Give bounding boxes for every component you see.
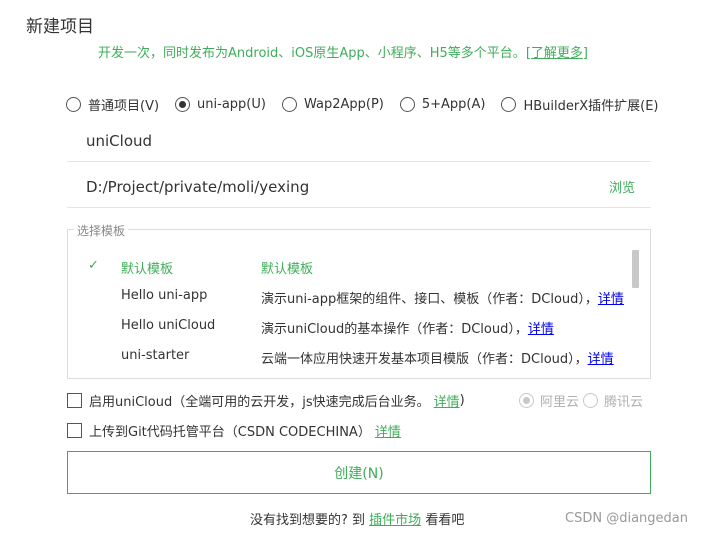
- template-row-hello-unicloud[interactable]: Hello uniCloud 演示uniCloud的基本操作（作者：DCloud…: [68, 312, 628, 342]
- enable-unicloud-suffix: ): [459, 392, 465, 408]
- template-name: uni-starter: [121, 348, 190, 363]
- radio-circle[interactable]: [399, 96, 415, 112]
- provider-label: 腾讯云: [604, 394, 644, 410]
- radio-circle[interactable]: [501, 96, 517, 112]
- create-button[interactable]: 创建(N): [67, 451, 651, 494]
- template-row-uni-starter[interactable]: uni-starter 云端一体应用快速开发基本项目模版（作者：DCloud），…: [68, 342, 628, 372]
- enable-unicloud-checkbox[interactable]: [67, 392, 82, 408]
- upload-git-option: 上传到Git代码托管平台（CSDN CODECHINA） 详情: [67, 421, 401, 440]
- template-name: Hello uniCloud: [121, 318, 216, 333]
- template-detail-link[interactable]: 详情: [588, 352, 614, 367]
- watermark: CSDN @diangedan: [565, 511, 688, 526]
- radio-label: uni-app(U): [197, 96, 266, 112]
- subtitle: 开发一次，同时发布为Android、iOS原生App、小程序、H5等多个平台。[…: [98, 42, 588, 61]
- radio-label: HBuilderX插件扩展(E): [523, 98, 659, 114]
- template-desc: 演示uni-app框架的组件、接口、模板（作者：DCloud），详情: [261, 288, 624, 307]
- template-desc-text: 演示uniCloud的基本操作（作者：DCloud），: [261, 322, 528, 337]
- template-legend: 选择模板: [74, 222, 129, 239]
- browse-button[interactable]: 浏览: [609, 177, 635, 196]
- template-list: ✓ 默认模板 默认模板 Hello uni-app 演示uni-app框架的组件…: [68, 252, 628, 372]
- radio-circle[interactable]: [66, 96, 81, 112]
- footer-suffix: 看看吧: [421, 513, 465, 528]
- upload-git-label: 上传到Git代码托管平台（CSDN CODECHINA）: [89, 424, 371, 440]
- radio-hbuilderx-plugin[interactable]: HBuilderX插件扩展(E): [501, 95, 659, 114]
- project-path-field[interactable]: D:/Project/private/moli/yexing 浏览: [67, 166, 651, 208]
- plugin-market-link[interactable]: 插件市场: [369, 513, 421, 528]
- project-name-field[interactable]: uniCloud: [67, 120, 651, 162]
- template-desc-text: 云端一体应用快速开发基本项目模版（作者：DCloud），: [261, 352, 588, 367]
- radio-normal-project[interactable]: 普通项目(V): [66, 95, 159, 114]
- template-detail-link[interactable]: 详情: [598, 292, 624, 307]
- radio-uni-app[interactable]: uni-app(U): [175, 96, 266, 112]
- provider-label: 阿里云: [540, 394, 580, 410]
- template-desc: 默认模板: [261, 262, 314, 277]
- page-title: 新建项目: [26, 17, 94, 37]
- template-detail-link[interactable]: 详情: [528, 322, 554, 337]
- template-desc: 云端一体应用快速开发基本项目模版（作者：DCloud），详情: [261, 348, 614, 367]
- project-path-value: D:/Project/private/moli/yexing: [86, 177, 310, 196]
- enable-unicloud-option: 启用uniCloud（全端可用的云开发，js快速完成后台业务。 详情): [67, 391, 465, 410]
- radio-5plus-app[interactable]: 5+App(A): [399, 96, 486, 112]
- template-name: 默认模板: [121, 262, 174, 277]
- template-desc-text: 演示uni-app框架的组件、接口、模板（作者：DCloud），: [261, 292, 598, 307]
- radio-circle-checked[interactable]: [175, 96, 191, 112]
- template-row-hello-uni-app[interactable]: Hello uni-app 演示uni-app框架的组件、接口、模板（作者：DC…: [68, 282, 628, 312]
- radio-label: 5+App(A): [421, 96, 486, 112]
- project-type-radio-group: 普通项目(V) uni-app(U) Wap2App(P) 5+App(A) H…: [66, 94, 659, 114]
- template-selector: 选择模板 ✓ 默认模板 默认模板 Hello uni-app 演示uni-app…: [67, 222, 651, 379]
- cloud-provider-group: 阿里云 腾讯云: [519, 391, 647, 410]
- template-row-default[interactable]: ✓ 默认模板 默认模板: [68, 252, 628, 282]
- subtitle-text: 开发一次，同时发布为Android、iOS原生App、小程序、H5等多个平台。: [98, 46, 526, 61]
- footer-prefix: 没有找到想要的? 到: [250, 513, 370, 528]
- radio-tencent-cloud[interactable]: [583, 392, 599, 408]
- upload-git-checkbox[interactable]: [67, 422, 82, 438]
- radio-circle[interactable]: [281, 96, 297, 112]
- template-scrollbar-thumb[interactable]: [632, 250, 639, 288]
- checkmark-icon: ✓: [88, 258, 99, 273]
- radio-label: 普通项目(V): [88, 98, 160, 114]
- learn-more-link[interactable]: [了解更多]: [526, 46, 588, 61]
- project-name-value: uniCloud: [86, 131, 153, 150]
- enable-unicloud-label: 启用uniCloud（全端可用的云开发，js快速完成后台业务。: [89, 394, 430, 410]
- unicloud-detail-link[interactable]: 详情: [434, 391, 460, 410]
- footer-hint: 没有找到想要的? 到 插件市场 看看吧: [250, 509, 464, 528]
- git-detail-link[interactable]: 详情: [375, 421, 401, 440]
- radio-aliyun[interactable]: [519, 392, 534, 408]
- radio-label: Wap2App(P): [303, 96, 384, 112]
- template-name: Hello uni-app: [121, 288, 208, 303]
- template-desc: 演示uniCloud的基本操作（作者：DCloud），详情: [261, 318, 554, 337]
- radio-wap2app[interactable]: Wap2App(P): [281, 96, 384, 112]
